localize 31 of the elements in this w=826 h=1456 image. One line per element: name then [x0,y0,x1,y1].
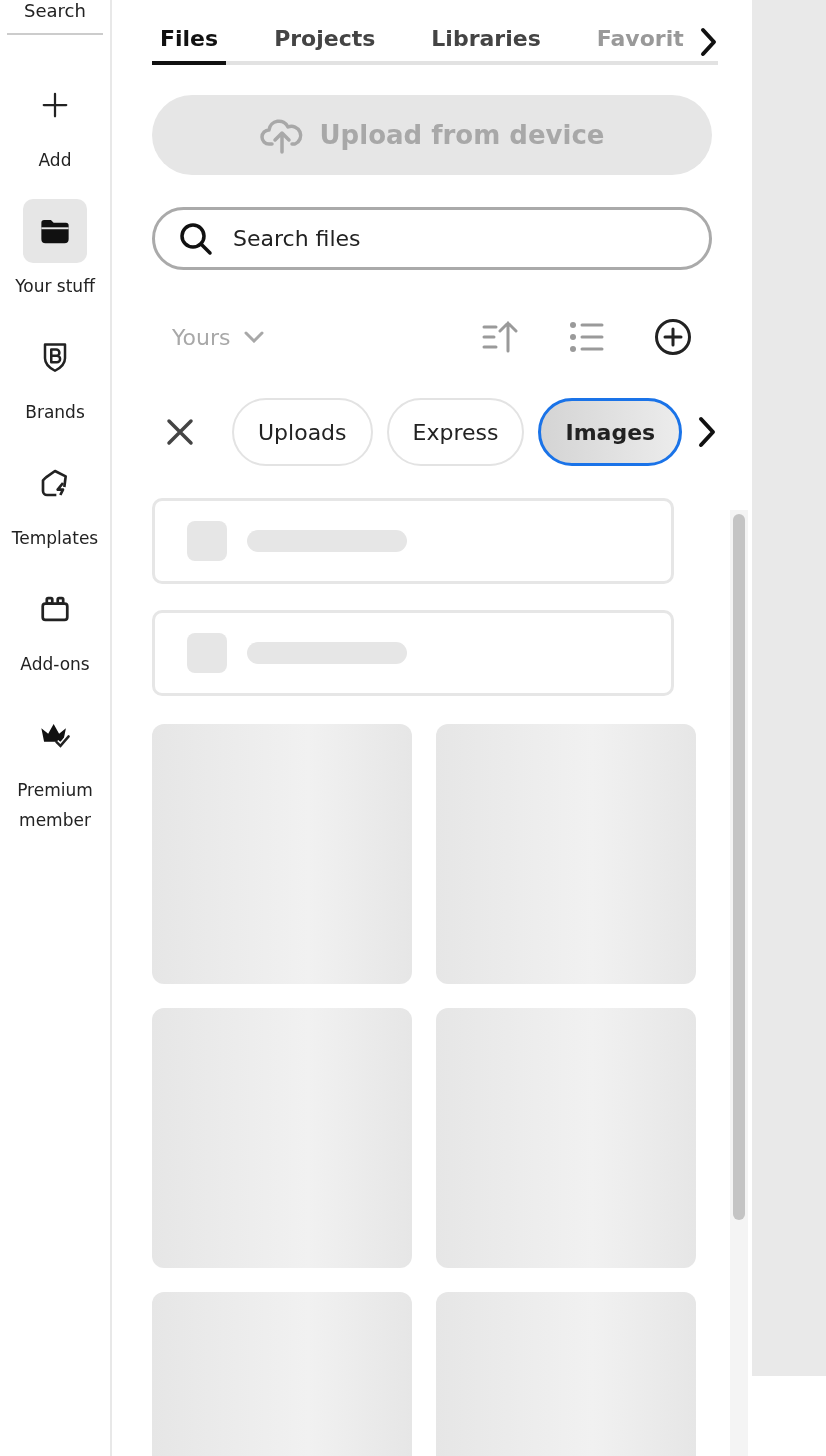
sidebar-label: Templates [10,527,100,550]
chevron-right-icon[interactable] [698,25,718,58]
tab[interactable]: Projects [266,22,384,65]
tab[interactable]: Libraries [423,22,549,65]
loading-thumbnail [187,633,227,673]
chevron-down-icon [244,331,265,343]
sidebar-label: Brands [24,401,86,424]
clear-filter-icon[interactable] [166,418,194,446]
scrollbar[interactable] [730,510,748,1456]
sidebar-item[interactable]: Add-ons [1,577,109,679]
filter-chip[interactable]: Images [538,398,683,466]
plus-icon [40,90,70,120]
sidebar-item[interactable]: Premium member [1,703,109,835]
filter-chip[interactable]: Express [386,398,525,466]
search-field[interactable]: Search files [152,207,712,270]
sidebar-item[interactable]: Add [1,73,109,175]
search-label[interactable]: Search [7,0,103,35]
sidebar-item[interactable]: Your stuff [1,199,109,301]
search-icon [178,221,214,257]
add-on-icon [38,594,72,624]
sidebar-item[interactable]: Brands [1,325,109,427]
sidebar-label: Premium member [16,779,94,832]
sidebar-label: Add [37,149,73,172]
add-circle-icon[interactable] [654,318,692,356]
tab[interactable]: Files [152,22,227,65]
sidebar-item[interactable]: Templates [1,451,109,553]
sidebar-label: Add-ons [19,653,91,676]
cloud-upload-icon [259,116,304,154]
filter-chip[interactable]: Uploads [232,398,373,466]
sidebar-label: Your stuff [14,275,97,298]
loading-thumbnail [187,521,227,561]
